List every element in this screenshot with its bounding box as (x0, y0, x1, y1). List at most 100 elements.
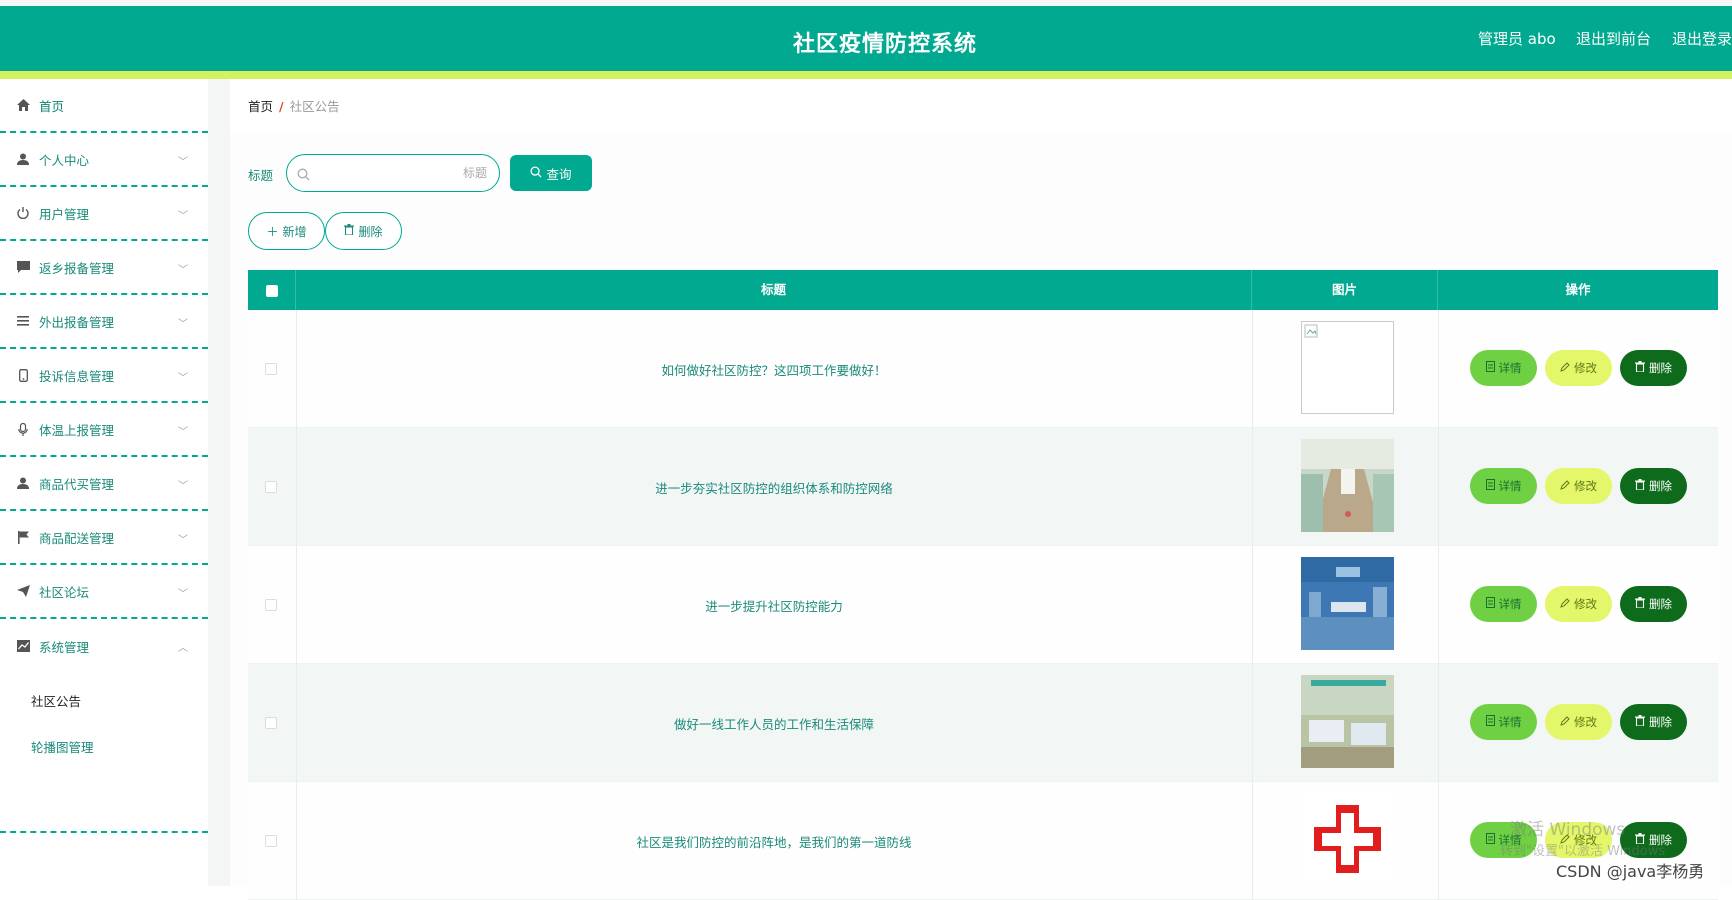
app-title: 社区疫情防控系统 (792, 32, 977, 57)
search-icon (530, 165, 543, 181)
column-header-actions: 操作 (1565, 282, 1591, 297)
edit-button[interactable]: 修改 (1545, 350, 1612, 386)
detail-button-label: 详情 (1498, 715, 1522, 729)
edit-button-label: 修改 (1574, 715, 1597, 729)
sidebar-item-outing-report[interactable]: 外出报备管理 ﹀ (0, 295, 208, 349)
chevron-down-icon: ﹀ (178, 211, 188, 222)
sidebar-item-purchase[interactable]: 商品代买管理 ﹀ (0, 457, 208, 511)
trash-icon (1635, 597, 1645, 611)
phone-icon (16, 368, 30, 382)
breadcrumb: 首页 / 社区公告 (248, 96, 340, 115)
sidebar-item-label: 首页 (39, 98, 65, 114)
trash-icon (1635, 479, 1645, 493)
sidebar-divider (0, 831, 208, 833)
sidebar-item-return-report[interactable]: 返乡报备管理 ﹀ (0, 241, 208, 295)
sidebar-item-users[interactable]: 用户管理 ﹀ (0, 187, 208, 241)
delete-button[interactable]: 删除 (1620, 586, 1687, 622)
sidebar-item-system[interactable]: 系统管理 ︿ (0, 619, 208, 673)
document-icon (1485, 479, 1495, 493)
chevron-down-icon: ﹀ (178, 373, 188, 384)
select-all-checkbox[interactable] (266, 285, 278, 297)
detail-button[interactable]: 详情 (1470, 704, 1537, 740)
batch-delete-button[interactable]: 删除 (325, 212, 402, 250)
admin-user-label: 管理员 abo (1478, 30, 1556, 48)
delete-button-label: 删除 (1649, 361, 1672, 375)
column-header-image: 图片 (1252, 270, 1438, 310)
search-input[interactable] (317, 163, 487, 183)
pencil-icon (1560, 361, 1570, 375)
delete-button[interactable]: 删除 (1620, 350, 1687, 386)
table-row: 做好一线工作人员的工作和生活保障 详情 修改 删除 (248, 664, 1718, 782)
search-field[interactable] (286, 154, 500, 192)
sidebar-item-home[interactable]: 首页 (0, 79, 208, 133)
sidebar-subitem-announcements[interactable]: 社区公告 (0, 677, 208, 723)
trash-icon (1635, 361, 1645, 375)
sidebar-item-delivery[interactable]: 商品配送管理 ﹀ (0, 511, 208, 565)
send-icon (16, 584, 30, 598)
pencil-icon (1560, 715, 1570, 729)
hospital-ward-photo (1301, 675, 1394, 768)
row-checkbox[interactable] (265, 599, 277, 611)
breadcrumb-home[interactable]: 首页 (248, 99, 273, 114)
detail-button-label: 详情 (1498, 479, 1522, 493)
edit-button-label: 修改 (1574, 479, 1597, 493)
column-header-title: 标题 (296, 270, 1252, 310)
sidebar-item-label: 社区论坛 (39, 584, 90, 600)
sidebar-item-label: 商品配送管理 (39, 530, 115, 546)
chevron-down-icon: ﹀ (178, 427, 188, 438)
pencil-icon (1560, 479, 1570, 493)
row-title: 社区是我们防控的前沿阵地，是我们的第一道防线 (636, 835, 912, 850)
table-row: 如何做好社区防控？这四项工作要做好！ 详情 修改 删除 (248, 310, 1718, 428)
activate-windows-hint: 转到"设置"以激活 Windows (1500, 844, 1666, 859)
row-checkbox[interactable] (265, 835, 277, 847)
detail-button-label: 详情 (1498, 361, 1522, 375)
sidebar-item-label: 用户管理 (39, 206, 90, 222)
row-title: 进一步提升社区防控能力 (705, 599, 843, 614)
sidebar-item-complaints[interactable]: 投诉信息管理 ﹀ (0, 349, 208, 403)
edit-button[interactable]: 修改 (1545, 468, 1612, 504)
detail-button[interactable]: 详情 (1470, 468, 1537, 504)
logout-link[interactable]: 退出登录 (1672, 28, 1732, 49)
edit-button-label: 修改 (1574, 597, 1597, 611)
detail-button[interactable]: 详情 (1470, 586, 1537, 622)
back-to-front-link[interactable]: 退出到前台 (1576, 28, 1651, 49)
add-button-label: 新增 (282, 224, 307, 239)
sidebar-item-temperature[interactable]: 体温上报管理 ﹀ (0, 403, 208, 457)
flag-icon (16, 530, 30, 544)
delete-button[interactable]: 删除 (1620, 468, 1687, 504)
edit-button[interactable]: 修改 (1545, 586, 1612, 622)
query-button[interactable]: 查询 (510, 155, 592, 191)
sidebar-item-label: 商品代买管理 (39, 476, 115, 492)
sidebar-item-personal[interactable]: 个人中心 ﹀ (0, 133, 208, 187)
delete-button-label: 删除 (1649, 597, 1672, 611)
csdn-credit: CSDN @java李杨勇 (1556, 858, 1705, 882)
sidebar-item-label: 个人中心 (39, 152, 90, 168)
pencil-icon (1560, 597, 1570, 611)
sidebar-gutter (208, 79, 230, 886)
sidebar-item-forum[interactable]: 社区论坛 ﹀ (0, 565, 208, 619)
sidebar-item-label: 系统管理 (39, 639, 90, 655)
activate-windows-watermark: 激活 Windows (1510, 820, 1626, 840)
row-checkbox[interactable] (265, 717, 277, 729)
add-button[interactable]: ＋ 新增 (248, 212, 325, 250)
chevron-up-icon: ︿ (178, 643, 188, 654)
chevron-down-icon: ﹀ (178, 319, 188, 330)
operating-room-photo (1301, 557, 1394, 650)
sidebar-subitem-carousel[interactable]: 轮播图管理 (0, 723, 208, 769)
chart-icon (16, 639, 30, 653)
chevron-down-icon: ﹀ (178, 589, 188, 600)
row-checkbox[interactable] (265, 481, 277, 493)
app-header: 社区疫情防控系统 管理员 abo 退出到前台 退出登录 (0, 6, 1732, 71)
home-icon (16, 98, 30, 112)
document-icon (1485, 361, 1495, 375)
row-checkbox[interactable] (265, 363, 277, 375)
delete-button[interactable]: 删除 (1620, 704, 1687, 740)
header-accent-bar (0, 71, 1732, 79)
chevron-down-icon: ﹀ (178, 265, 188, 276)
chevron-down-icon: ﹀ (178, 157, 188, 168)
edit-button[interactable]: 修改 (1545, 704, 1612, 740)
detail-button[interactable]: 详情 (1470, 350, 1537, 386)
header-select-cell (248, 270, 296, 310)
power-icon (16, 206, 30, 220)
broken-image (1301, 321, 1394, 414)
